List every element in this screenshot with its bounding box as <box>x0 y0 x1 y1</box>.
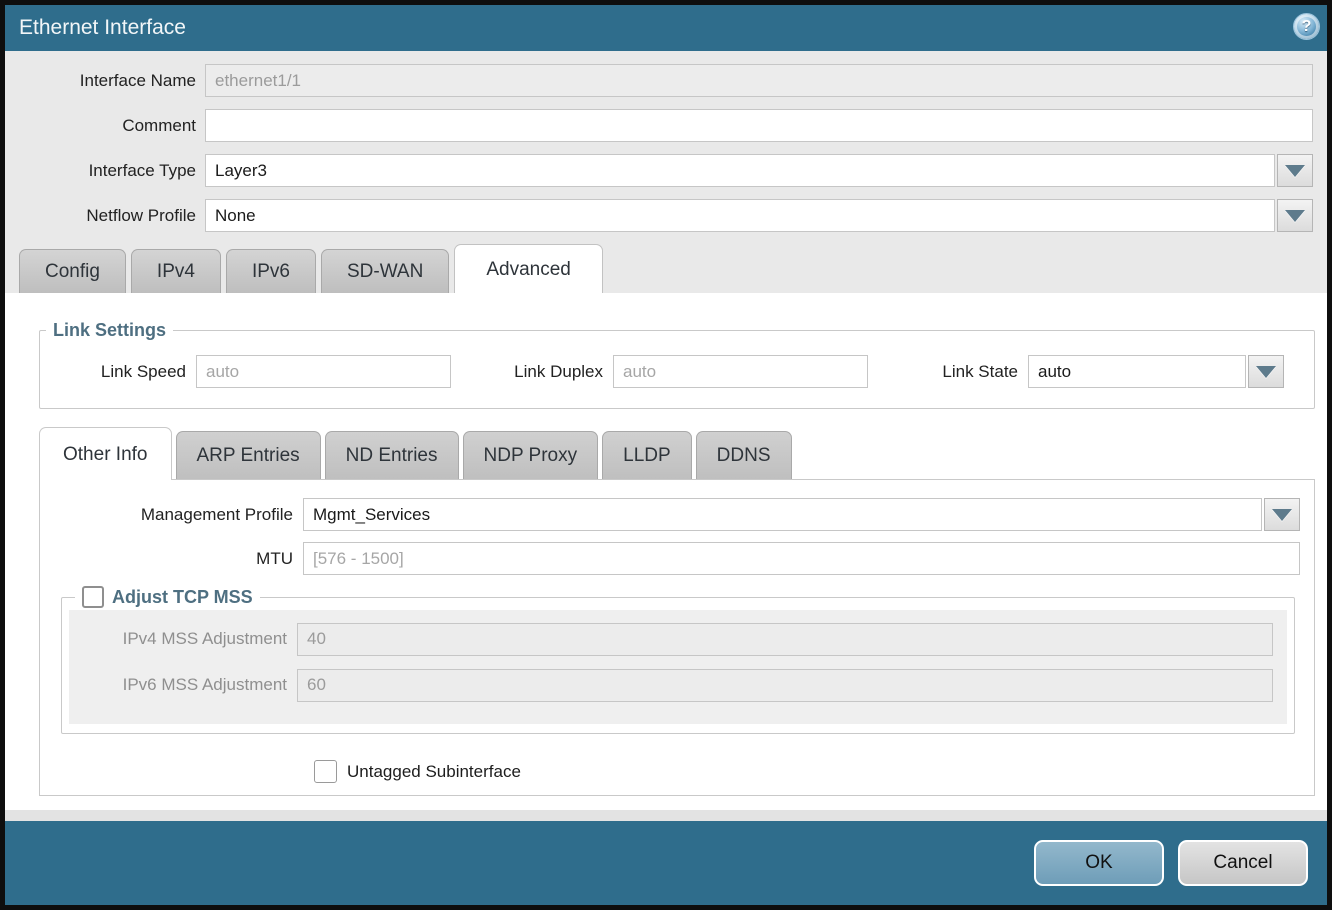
link-state-dropdown-button[interactable] <box>1248 355 1284 388</box>
dialog-titlebar: Ethernet Interface ? <box>5 5 1327 51</box>
netflow-profile-label: Netflow Profile <box>5 206 205 226</box>
management-profile-label: Management Profile <box>40 505 303 525</box>
help-icon[interactable]: ? <box>1293 13 1320 40</box>
subtab-nd-entries[interactable]: ND Entries <box>325 431 459 479</box>
chevron-down-icon <box>1285 165 1305 177</box>
netflow-profile-row: Netflow Profile <box>5 199 1327 232</box>
advanced-tab-panel: Link Settings Link Speed Link Duplex Lin… <box>5 293 1327 810</box>
management-profile-row: Management Profile <box>40 498 1300 531</box>
subtab-lldp[interactable]: LLDP <box>602 431 692 479</box>
ethernet-interface-dialog: Ethernet Interface ? Interface Name Comm… <box>0 0 1332 910</box>
other-info-panel: Management Profile MTU Adjust TC <box>39 479 1315 796</box>
link-settings-legend: Link Settings <box>46 320 173 341</box>
untagged-subinterface-row: Untagged Subinterface <box>314 760 1300 783</box>
subtab-ddns[interactable]: DDNS <box>696 431 792 479</box>
mtu-input[interactable] <box>303 542 1300 575</box>
mtu-row: MTU <box>40 542 1300 575</box>
adjust-tcp-mss-label: Adjust TCP MSS <box>112 587 253 608</box>
interface-type-label: Interface Type <box>5 161 205 181</box>
management-profile-dropdown-button[interactable] <box>1264 498 1300 531</box>
subtab-other-info[interactable]: Other Info <box>39 427 172 480</box>
help-glyph: ? <box>1302 18 1312 36</box>
mss-disabled-panel: IPv4 MSS Adjustment IPv6 MSS Adjustment <box>69 610 1287 724</box>
ipv6-mss-row: IPv6 MSS Adjustment <box>69 668 1273 702</box>
ipv4-mss-row: IPv4 MSS Adjustment <box>69 622 1273 656</box>
mtu-label: MTU <box>40 549 303 569</box>
link-speed-label: Link Speed <box>40 362 196 382</box>
tab-config[interactable]: Config <box>19 249 126 293</box>
link-state-label: Link State <box>868 362 1028 382</box>
ipv4-mss-label: IPv4 MSS Adjustment <box>69 629 297 649</box>
link-duplex-input[interactable] <box>613 355 868 388</box>
ipv6-mss-label: IPv6 MSS Adjustment <box>69 675 297 695</box>
link-speed-input[interactable] <box>196 355 451 388</box>
comment-input[interactable] <box>205 109 1313 142</box>
interface-type-dropdown-button[interactable] <box>1277 154 1313 187</box>
untagged-subinterface-label: Untagged Subinterface <box>347 762 521 782</box>
sub-tab-bar: Other Info ARP Entries ND Entries NDP Pr… <box>20 426 1315 479</box>
cancel-button[interactable]: Cancel <box>1178 840 1308 886</box>
interface-form: Interface Name Comment Interface Type Ne… <box>5 51 1327 244</box>
adjust-tcp-mss-checkbox[interactable] <box>82 586 104 608</box>
tab-ipv6[interactable]: IPv6 <box>226 249 316 293</box>
subtab-arp-entries[interactable]: ARP Entries <box>176 431 321 479</box>
interface-name-row: Interface Name <box>5 64 1327 97</box>
chevron-down-icon <box>1285 210 1305 222</box>
ipv6-mss-input <box>297 669 1273 702</box>
interface-name-label: Interface Name <box>5 71 205 91</box>
link-settings-fieldset: Link Settings Link Speed Link Duplex Lin… <box>39 320 1315 409</box>
tab-advanced[interactable]: Advanced <box>454 244 603 293</box>
interface-name-input <box>205 64 1313 97</box>
ipv4-mss-input <box>297 623 1273 656</box>
comment-label: Comment <box>5 116 205 136</box>
chevron-down-icon <box>1256 366 1276 378</box>
management-profile-input[interactable] <box>303 498 1262 531</box>
chevron-down-icon <box>1272 509 1292 521</box>
tab-ipv4[interactable]: IPv4 <box>131 249 221 293</box>
main-tab-bar: Config IPv4 IPv6 SD-WAN Advanced <box>5 244 1327 293</box>
comment-row: Comment <box>5 109 1327 142</box>
interface-type-row: Interface Type <box>5 154 1327 187</box>
netflow-profile-dropdown-button[interactable] <box>1277 199 1313 232</box>
link-duplex-label: Link Duplex <box>451 362 613 382</box>
tab-sdwan[interactable]: SD-WAN <box>321 249 449 293</box>
netflow-profile-input[interactable] <box>205 199 1275 232</box>
ok-button[interactable]: OK <box>1034 840 1164 886</box>
link-state-input[interactable] <box>1028 355 1246 388</box>
subtab-ndp-proxy[interactable]: NDP Proxy <box>463 431 599 479</box>
adjust-tcp-mss-legend: Adjust TCP MSS <box>75 586 260 608</box>
dialog-footer: OK Cancel <box>5 821 1327 905</box>
panel-footer-strip <box>5 810 1327 821</box>
interface-type-input[interactable] <box>205 154 1275 187</box>
dialog-title: Ethernet Interface <box>19 16 186 40</box>
adjust-tcp-mss-fieldset: Adjust TCP MSS IPv4 MSS Adjustment IPv6 … <box>61 586 1295 734</box>
untagged-subinterface-checkbox[interactable] <box>314 760 337 783</box>
